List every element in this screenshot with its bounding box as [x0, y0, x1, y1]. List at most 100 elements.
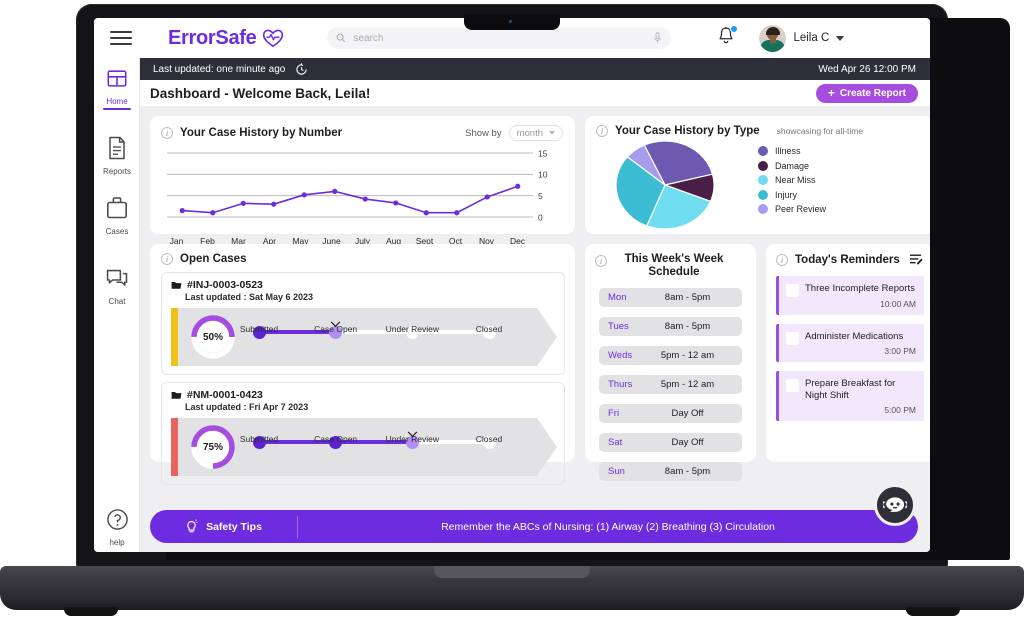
case-progress-donut: 50%	[189, 313, 237, 361]
reminders-list: Three Incomplete Reports 10:00 AM Administ…	[776, 276, 924, 421]
chevron-down-icon[interactable]	[836, 35, 845, 41]
brand-logo[interactable]: ErrorSafe	[168, 27, 285, 50]
avatar	[759, 24, 787, 52]
schedule-row[interactable]: Weds 5pm - 12 am	[599, 346, 742, 365]
heart-pulse-icon	[263, 29, 284, 48]
sidebar-item-chat[interactable]: Chat	[94, 268, 140, 306]
lightbulb-icon	[187, 518, 198, 532]
legend-color-swatch	[758, 146, 768, 156]
sidebar-item-cases[interactable]: Cases	[94, 196, 140, 236]
schedule-row[interactable]: Sat Day Off	[599, 433, 742, 452]
hamburger-menu-icon[interactable]	[110, 27, 132, 49]
svg-text:0: 0	[538, 212, 543, 222]
case-id: #NM-0001-0423	[187, 389, 263, 401]
current-stage-caret-icon	[330, 315, 341, 328]
show-by-label: Show by	[465, 127, 502, 139]
sidebar-item-label: help	[109, 538, 125, 547]
active-indicator	[103, 108, 131, 110]
case-history-number-card: i Your Case History by Number Show by mo…	[150, 116, 575, 246]
legend-item[interactable]: Peer Review	[758, 204, 826, 215]
case-last-updated: Last updated : Sat May 6 2023	[185, 292, 314, 302]
case-accent-bar	[171, 308, 178, 366]
chatbot-icon[interactable]	[874, 484, 916, 526]
pie-chart-legend: Illness Damage Near Miss Injury Peer Review	[758, 146, 826, 219]
caret-down-icon	[549, 131, 555, 135]
svg-text:5: 5	[538, 191, 543, 201]
sidebar-item-reports[interactable]: Reports	[94, 136, 140, 176]
notification-bell-icon[interactable]	[717, 24, 739, 51]
case-progress-tracker: 75% Submitted Case Open Under Review Closed	[171, 418, 557, 476]
sidebar-item-home[interactable]: Home	[94, 68, 140, 110]
edit-list-icon[interactable]	[909, 253, 924, 266]
schedule-row[interactable]: Sun 8am - 5pm	[599, 462, 742, 481]
reminder-item[interactable]: Prepare Breakfast for Night Shift 5:00 PM	[776, 371, 924, 421]
schedule-row[interactable]: Mon 8am - 5pm	[599, 288, 742, 307]
progress-stage-label: Case Open	[314, 434, 358, 444]
case-id-row: #NM-0001-0423	[171, 389, 557, 401]
case-history-type-card: i Your Case History by Type showcasing f…	[585, 116, 930, 234]
legend-label: Damage	[775, 160, 810, 171]
reminder-text: Prepare Breakfast for Night Shift	[805, 378, 896, 401]
sidebar-item-help[interactable]: help	[94, 508, 140, 547]
schedule-day: Sat	[608, 437, 623, 448]
schedule-time: 5pm - 12 am	[660, 350, 715, 361]
current-stage-caret-icon	[407, 425, 418, 438]
create-report-button[interactable]: + Create Report	[815, 83, 918, 103]
reminder-item[interactable]: Three Incomplete Reports 10:00 AM	[776, 276, 924, 315]
info-circle-icon[interactable]: i	[161, 253, 173, 265]
refresh-clock-icon[interactable]	[295, 62, 308, 76]
folder-icon	[171, 282, 182, 289]
reminder-text: Administer Medications	[805, 330, 904, 342]
reminder-item[interactable]: Administer Medications 3:00 PM	[776, 323, 924, 362]
progress-stage-label: Closed	[475, 324, 503, 334]
card-title: Open Cases	[180, 253, 247, 265]
pie-chart	[615, 141, 715, 229]
legend-item[interactable]: Damage	[758, 160, 826, 171]
legend-item[interactable]: Illness	[758, 146, 826, 156]
info-circle-icon[interactable]: i	[161, 127, 173, 139]
open-cases-card: i Open Cases #INJ-0003-0523 Last updated …	[150, 244, 575, 485]
legend-color-swatch	[758, 204, 768, 215]
safety-tips-label-group: Safety Tips	[150, 515, 298, 538]
info-circle-icon[interactable]: i	[776, 253, 788, 266]
schedule-time: Day Off	[671, 437, 704, 448]
schedule-row[interactable]: Tues 8am - 5pm	[599, 317, 742, 336]
show-by-control: Show by month	[465, 125, 563, 141]
user-menu[interactable]: Leila C	[759, 24, 845, 52]
microphone-icon[interactable]	[653, 32, 662, 44]
search-icon	[337, 33, 346, 43]
card-title: This Week's Week Schedule	[624, 253, 724, 278]
progress-stage-label: Case Open	[314, 324, 358, 334]
schedule-time: Day Off	[671, 408, 704, 419]
todays-reminders-card: i Today's Reminders Three Incomplete Rep…	[766, 244, 930, 462]
schedule-day: Thurs	[608, 379, 633, 390]
reminder-time: 5:00 PM	[884, 405, 916, 415]
card-header: i Open Cases	[161, 253, 565, 265]
page-header: Dashboard - Welcome Back, Leila! + Creat…	[140, 80, 930, 106]
folder-icon	[171, 392, 182, 399]
page-title: Dashboard - Welcome Back, Leila!	[150, 85, 371, 101]
case-progress-percent: 50%	[197, 321, 229, 353]
legend-item[interactable]: Injury	[758, 189, 826, 200]
legend-item[interactable]: Near Miss	[758, 175, 826, 186]
reminder-checkbox[interactable]	[786, 284, 799, 297]
safety-tips-bar[interactable]: Safety Tips Remember the ABCs of Nursing…	[150, 510, 918, 543]
search-input[interactable]: search	[353, 33, 646, 44]
week-schedule-card: i This Week's Week Schedule Mon 8am - 5pm…	[585, 244, 756, 481]
laptop-base	[0, 566, 1024, 610]
schedule-time: 8am - 5pm	[664, 321, 711, 332]
search-bar[interactable]: search	[327, 27, 672, 49]
create-report-label: Create Report	[839, 87, 906, 99]
info-circle-icon[interactable]: i	[596, 125, 608, 137]
info-circle-icon[interactable]: i	[595, 255, 607, 267]
open-case-item[interactable]: #NM-0001-0423 Last updated : Fri Apr 7 20…	[161, 382, 565, 485]
show-by-select[interactable]: month	[508, 125, 563, 141]
schedule-row[interactable]: Fri Day Off	[599, 404, 742, 423]
open-case-item[interactable]: #INJ-0003-0523 Last updated : Sat May 6 2…	[161, 272, 565, 375]
line-chart: 0 5 10 15	[167, 148, 548, 222]
case-id-row: #INJ-0003-0523	[171, 279, 557, 291]
brand-name: ErrorSafe	[168, 26, 257, 49]
reminder-checkbox[interactable]	[786, 331, 799, 345]
reminder-checkbox[interactable]	[786, 379, 799, 392]
schedule-row[interactable]: Thurs 5pm - 12 am	[599, 375, 742, 394]
